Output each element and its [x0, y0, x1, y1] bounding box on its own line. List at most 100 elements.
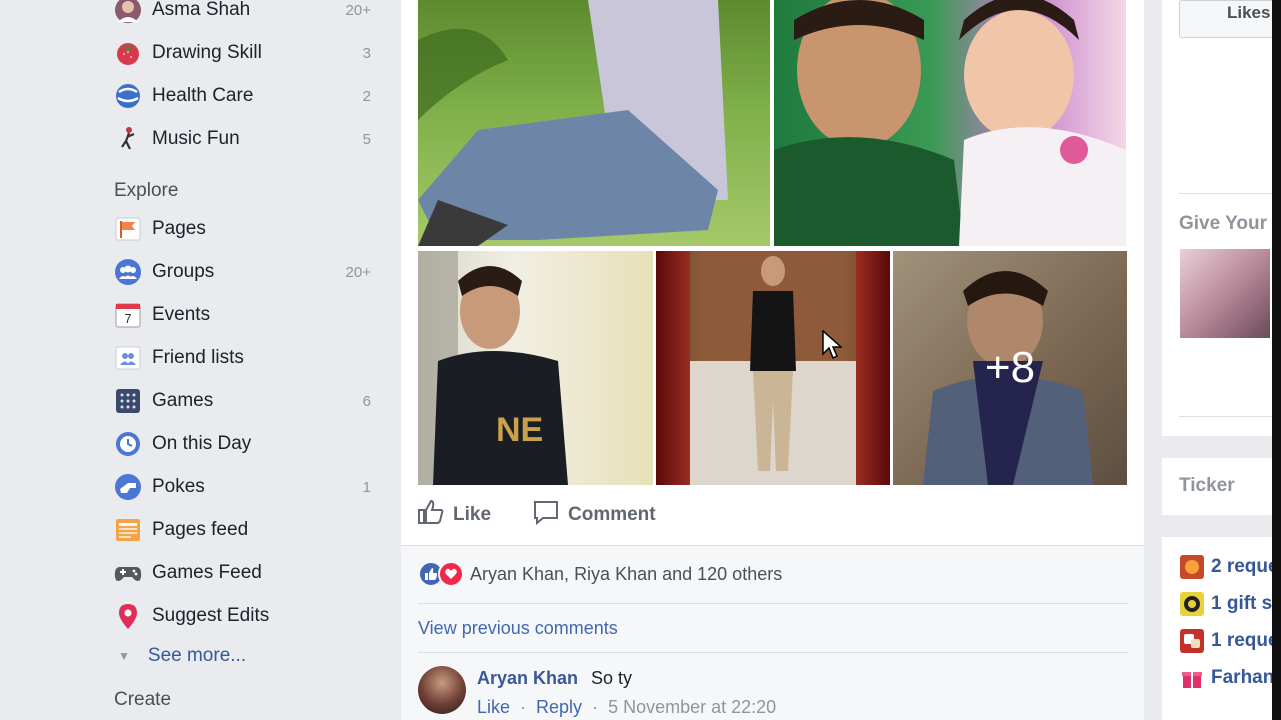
sidebar-item-drawing-skill[interactable]: Drawing Skill 3: [113, 35, 383, 71]
more-photos-overlay[interactable]: +8: [893, 251, 1127, 485]
sidebar-item-count: 1: [362, 478, 371, 496]
chevron-down-icon: ▼: [118, 649, 130, 663]
avatar-icon: [113, 0, 143, 25]
sidebar-item-label: Pages feed: [152, 519, 249, 540]
give-your-heading: Give Your: [1179, 213, 1267, 234]
sidebar-item-label: Groups: [152, 261, 215, 282]
commenter-avatar[interactable]: [418, 666, 466, 714]
photo-two-people: [774, 0, 1126, 246]
map-pin-icon: [113, 601, 143, 631]
photo-person-tshirt: NE: [418, 251, 568, 485]
sidebar-item-pokes[interactable]: Pokes 1: [113, 469, 383, 505]
sidebar-item-asma-shah[interactable]: Asma Shah 20+: [113, 0, 383, 28]
comment-like-link[interactable]: Like: [477, 697, 510, 718]
gift-item[interactable]: 1 gift s: [1180, 592, 1272, 616]
photo-person-sitting: [418, 0, 728, 246]
divider: [1179, 416, 1272, 417]
post-photo-4[interactable]: [656, 251, 890, 485]
notification-text: 1 gift s: [1211, 593, 1273, 614]
sidebar-item-count: 3: [362, 44, 371, 62]
friends-list-icon: [113, 343, 143, 373]
sidebar-item-pages[interactable]: Pages: [113, 211, 383, 247]
comment-reply-link[interactable]: Reply: [536, 697, 582, 718]
sidebar-item-games[interactable]: Games 6: [113, 383, 383, 419]
game-request-icon: [1180, 555, 1204, 579]
gift-game-icon: [1180, 592, 1204, 616]
mouse-cursor-icon: [822, 330, 842, 360]
sidebar-item-count: 6: [362, 392, 371, 410]
sidebar-item-on-this-day[interactable]: On this Day: [113, 426, 383, 462]
sidebar-item-label: On this Day: [152, 433, 252, 454]
post-photo-2[interactable]: [774, 0, 1126, 246]
calendar-icon: 7: [113, 300, 143, 330]
sidebar-item-music-fun[interactable]: Music Fun 5: [113, 121, 383, 157]
separator-dot: ·: [592, 697, 599, 717]
groups-icon: [113, 257, 143, 287]
like-label: Like: [453, 503, 492, 525]
explore-heading: Explore: [114, 180, 179, 201]
comment-author[interactable]: Aryan Khan: [477, 668, 578, 689]
sidebar-item-games-feed[interactable]: Games Feed: [113, 555, 383, 591]
sidebar-item-count: 2: [362, 87, 371, 105]
sidebar-item-friend-lists[interactable]: Friend lists: [113, 340, 383, 376]
dice-request-item[interactable]: 1 reque: [1180, 629, 1279, 653]
svg-text:7: 7: [124, 311, 131, 326]
window-edge: [1272, 0, 1281, 720]
gamepad-icon: [113, 558, 143, 588]
sidebar-item-label: Suggest Edits: [152, 605, 270, 626]
photo-person-suit: [690, 251, 856, 485]
sidebar-item-label: Health Care: [152, 85, 254, 106]
likes-button[interactable]: Likes: [1179, 0, 1279, 38]
separator-dot: ·: [520, 697, 527, 717]
sidebar-item-label: Drawing Skill: [152, 42, 262, 63]
sidebar-item-label: Friend lists: [152, 347, 244, 368]
like-button[interactable]: Like: [417, 492, 491, 537]
dancer-icon: [113, 124, 143, 154]
notification-text: Farhan: [1211, 667, 1275, 688]
sidebar-item-label: Games: [152, 390, 214, 411]
sidebar-item-count: 5: [362, 130, 371, 148]
suggestion-thumbnail[interactable]: [1180, 249, 1270, 338]
pages-feed-icon: [113, 515, 143, 545]
sidebar-item-count: 20+: [345, 263, 371, 281]
sidebar-item-count: 20+: [345, 1, 371, 19]
view-previous-comments-link[interactable]: View previous comments: [418, 618, 618, 639]
comment-button[interactable]: Comment: [532, 492, 656, 537]
post-photo-3[interactable]: NE: [418, 251, 653, 485]
sidebar-item-label: Events: [152, 304, 211, 325]
ticker-heading: Ticker: [1179, 475, 1235, 496]
divider: [418, 652, 1128, 653]
create-heading: Create: [114, 689, 172, 710]
present-item[interactable]: Farhan: [1180, 666, 1274, 690]
reactions-summary[interactable]: Aryan Khan, Riya Khan and 120 others: [418, 561, 782, 587]
sidebar-item-label: Asma Shah: [152, 0, 251, 20]
dice-request-icon: [1180, 629, 1204, 653]
divider: [418, 603, 1128, 604]
sidebar-item-events[interactable]: 7 Events: [113, 297, 383, 333]
flag-icon: [113, 214, 143, 244]
comment-label: Comment: [568, 503, 656, 525]
present-icon: [1182, 672, 1202, 688]
notification-text: 1 reque: [1211, 630, 1279, 651]
poke-icon: [113, 472, 143, 502]
comment-meta: Like · Reply · 5 November at 22:20: [477, 697, 776, 718]
sidebar-item-health-care[interactable]: Health Care 2: [113, 78, 383, 114]
post-photo-1[interactable]: [418, 0, 770, 246]
sidebar-item-suggest-edits[interactable]: Suggest Edits: [113, 598, 383, 634]
reactions-text: Aryan Khan, Riya Khan and 120 others: [470, 563, 783, 584]
sidebar-item-label: Pages: [152, 218, 206, 239]
left-sidebar: Asma Shah 20+ Drawing Skill 3 Health Car…: [0, 0, 400, 720]
see-more-link[interactable]: ▼ See more...: [118, 645, 246, 667]
post-actions-bar: Like Comment: [401, 492, 1144, 537]
sidebar-item-pages-feed[interactable]: Pages feed: [113, 512, 383, 548]
comment-timestamp[interactable]: 5 November at 22:20: [608, 697, 776, 718]
sidebar-item-label: Games Feed: [152, 562, 262, 583]
love-reaction-icon: [438, 561, 464, 587]
strawberry-icon: [113, 38, 143, 68]
game-request-item[interactable]: 2 reque: [1180, 555, 1279, 579]
games-icon: [113, 386, 143, 416]
see-more-label: See more...: [147, 645, 247, 666]
globe-icon: [113, 81, 143, 111]
sidebar-item-groups[interactable]: Groups 20+: [113, 254, 383, 290]
sidebar-item-label: Pokes: [152, 476, 205, 497]
